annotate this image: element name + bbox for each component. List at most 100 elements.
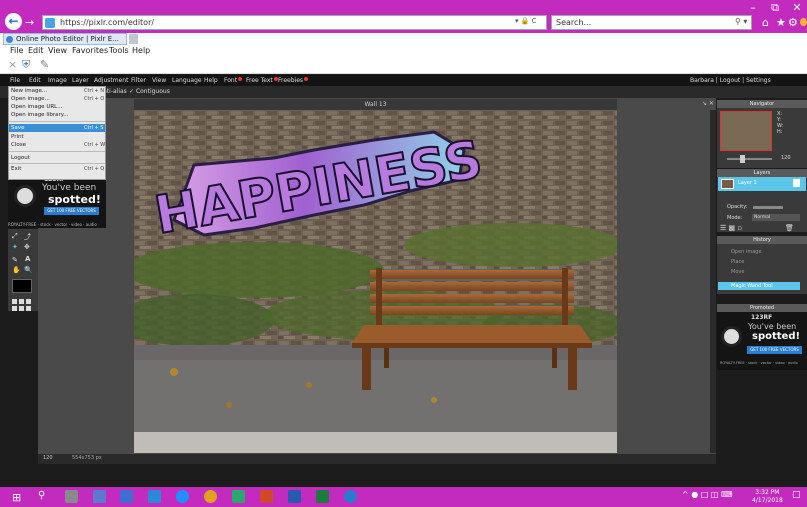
new-tab-button[interactable] [129, 34, 138, 44]
internet-explorer-icon[interactable] [176, 490, 189, 503]
file-explorer-icon[interactable] [65, 490, 78, 503]
close-bar-icon[interactable]: × [8, 58, 17, 71]
navigator-thumbnail[interactable] [720, 111, 772, 151]
pixlr-menu-help[interactable]: Help [204, 77, 218, 84]
back-button[interactable]: ← [5, 13, 22, 30]
home-icon[interactable]: ⌂ [762, 16, 769, 29]
history-header[interactable]: History [717, 236, 807, 244]
pixlr-menu-view[interactable]: View [152, 77, 166, 84]
user-links[interactable]: Barbara | Logout | Settings [690, 77, 771, 84]
zoom-slider-handle[interactable] [740, 155, 745, 163]
taskbar-clock[interactable]: 3:32 PM 4/17/2018 [752, 489, 783, 505]
system-tray-icons[interactable]: ^ ● □ ◫ ⌨ [682, 490, 733, 499]
delete-layer-icon[interactable]: 🗑 [785, 224, 794, 232]
lasso-tool-icon[interactable]: ⤴ [24, 232, 31, 242]
search-input[interactable]: Search... [551, 15, 752, 30]
ad-button[interactable]: GET 100 FREE VECTORS [44, 207, 99, 215]
site-favicon-icon [45, 18, 55, 28]
anti-alias-option[interactable]: nti-alias [103, 88, 127, 95]
menu-item-exit[interactable]: Exit [11, 166, 21, 172]
publisher-icon[interactable] [232, 490, 245, 503]
menu-item-print[interactable]: Print [11, 134, 24, 140]
photos-icon[interactable] [93, 490, 106, 503]
text-tool-icon[interactable]: A [25, 255, 30, 263]
pixlr-menu-image[interactable]: Image [48, 77, 67, 84]
pixlr-menu-freebies[interactable]: Freebies [278, 77, 309, 84]
shield-icon[interactable]: ⛨ [22, 58, 30, 72]
pixlr-menu-layer[interactable]: Layer [72, 77, 89, 84]
brush-tool-icon[interactable]: ✎ [12, 256, 18, 264]
blend-mode-select[interactable]: Normal [752, 214, 800, 221]
layer-visibility-icon[interactable] [793, 179, 800, 187]
store-icon[interactable] [120, 490, 133, 503]
search-icon[interactable]: ⚲ ▾ [735, 17, 747, 26]
navigator-zoom-value[interactable]: 120 [781, 155, 791, 161]
zoom-slider[interactable] [727, 158, 772, 160]
shortcut-save: Ctrl + S [84, 125, 104, 131]
view-mode-icon[interactable] [12, 296, 32, 311]
vertical-scrollbar[interactable] [710, 110, 716, 453]
powerpoint-icon[interactable] [260, 490, 273, 503]
ad-button[interactable]: GET 100 FREE VECTORS [747, 346, 802, 354]
layer-tools-icons[interactable]: ☰ ▩ ▫ [720, 224, 742, 232]
pixlr-menu-edit[interactable]: Edit [29, 77, 41, 84]
defender-icon[interactable] [344, 490, 357, 503]
windows-start-icon[interactable]: ⊞ [12, 491, 21, 504]
foreground-color-swatch[interactable] [12, 279, 32, 293]
tab-pixlr[interactable]: Online Photo Editor | Pixlr E... [3, 33, 127, 45]
new-badge-icon [304, 77, 309, 81]
navigator-header[interactable]: Navigator [717, 100, 807, 108]
move-tool-icon[interactable]: ✥ [24, 243, 30, 251]
menu-item-open-image[interactable]: Open image... [11, 96, 50, 102]
forward-button[interactable]: → [25, 14, 34, 31]
zoom-level[interactable]: 120 [43, 455, 53, 461]
notifications-icon[interactable]: □ [792, 490, 801, 500]
history-item[interactable]: Move [718, 268, 800, 276]
contiguous-option[interactable]: ✓ Contiguous [129, 88, 170, 95]
address-tools-icon[interactable]: ▾ 🔒 C [515, 17, 537, 25]
pixlr-menu-free-text[interactable]: Free Text [246, 77, 278, 84]
smiley-feedback-icon[interactable] [800, 18, 807, 26]
pixlr-menu-language[interactable]: Language [172, 77, 202, 84]
clock-date: 4/17/2018 [752, 497, 783, 504]
browser-menu-favorites[interactable]: Favorites [72, 46, 108, 55]
browser-menu-view[interactable]: View [48, 46, 67, 55]
pixlr-menu-font[interactable]: Font [224, 77, 243, 84]
crop-tool-icon[interactable]: ⤢ [12, 232, 18, 241]
excel-icon[interactable] [316, 490, 329, 503]
menu-item-close[interactable]: Close [11, 142, 26, 148]
hand-tool-icon[interactable]: ✋ [12, 266, 21, 274]
pixlr-menu-filter[interactable]: Filter [131, 77, 146, 84]
history-item[interactable]: Place [718, 258, 800, 266]
chrome-icon[interactable] [204, 490, 217, 503]
menu-item-open-url[interactable]: Open image URL... [11, 104, 62, 110]
document-close-icon[interactable]: ↘ ✕ [702, 100, 714, 107]
layer-name[interactable]: Layer 1 [738, 180, 757, 186]
gear-icon[interactable]: ⚙ [788, 16, 798, 29]
menu-item-logout[interactable]: Logout [11, 155, 30, 161]
outlook-icon[interactable] [148, 490, 161, 503]
pixlr-menu-file[interactable]: File [10, 77, 20, 84]
menu-item-open-library[interactable]: Open image library... [11, 112, 68, 118]
extension-icon[interactable]: ✎ [40, 58, 49, 71]
menu-item-new-image[interactable]: New image... [11, 88, 47, 94]
layers-header[interactable]: Layers [717, 169, 807, 177]
browser-menu-edit[interactable]: Edit [28, 46, 44, 55]
search-icon[interactable]: ⚲ [38, 490, 45, 501]
word-icon[interactable] [288, 490, 301, 503]
browser-menu-file[interactable]: File [10, 46, 23, 55]
menu-item-save[interactable]: Save [11, 125, 25, 131]
magic-wand-tool-icon[interactable]: ✦ [12, 243, 18, 251]
history-item-active[interactable]: Magic Wand Tool [718, 282, 800, 290]
url-input[interactable]: https://pixlr.com/editor/ [42, 15, 547, 30]
favorites-star-icon[interactable]: ★ [776, 16, 786, 29]
browser-menu-tools[interactable]: Tools [109, 46, 129, 55]
history-item[interactable]: Open image [718, 248, 800, 256]
pixlr-menu-adjustment[interactable]: Adjustment [94, 77, 128, 84]
shortcut-new: Ctrl + N [84, 88, 105, 94]
zoom-tool-icon[interactable]: 🔍 [24, 266, 33, 274]
menu-separator [9, 151, 105, 152]
opacity-slider[interactable] [753, 206, 783, 209]
browser-menu-help[interactable]: Help [132, 46, 150, 55]
image-canvas[interactable]: HAPPINESS [134, 110, 617, 453]
